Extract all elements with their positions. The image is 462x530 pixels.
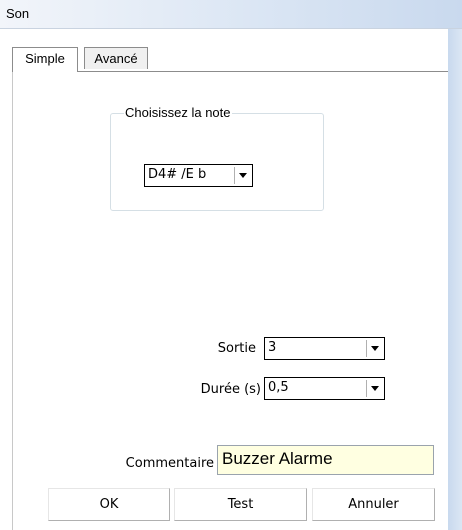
duree-select[interactable]: 0,5 — [264, 377, 385, 400]
note-select-value: D4# /E b — [148, 167, 207, 182]
sortie-label: Sortie — [217, 341, 256, 356]
tab-avance-label: Avancé — [94, 51, 138, 66]
tab-avance[interactable]: Avancé — [84, 47, 148, 69]
note-group-legend: Choisissez la note — [124, 105, 232, 120]
commentaire-label: Commentaire — [125, 456, 214, 471]
duree-select-value: 0,5 — [268, 380, 289, 395]
test-button[interactable]: Test — [174, 488, 307, 521]
chevron-down-icon[interactable] — [366, 380, 382, 397]
note-groupbox: Choisissez la note — [110, 105, 324, 211]
annuler-button[interactable]: Annuler — [312, 488, 435, 521]
window-title: Son — [6, 6, 30, 21]
duree-label: Durée (s) — [200, 382, 261, 397]
tab-simple[interactable]: Simple — [12, 47, 78, 72]
tab-panel-border — [12, 71, 13, 530]
ok-button[interactable]: OK — [48, 488, 170, 521]
commentaire-input[interactable]: Buzzer Alarme — [217, 445, 434, 475]
tab-simple-label: Simple — [25, 51, 65, 66]
sortie-select[interactable]: 3 — [264, 337, 385, 360]
title-bar[interactable]: Son — [0, 0, 462, 29]
sortie-select-value: 3 — [268, 340, 277, 355]
chevron-down-icon[interactable] — [366, 340, 382, 357]
note-select[interactable]: D4# /E b — [144, 164, 253, 187]
window-frame-edge — [448, 29, 462, 530]
chevron-down-icon[interactable] — [234, 167, 250, 184]
